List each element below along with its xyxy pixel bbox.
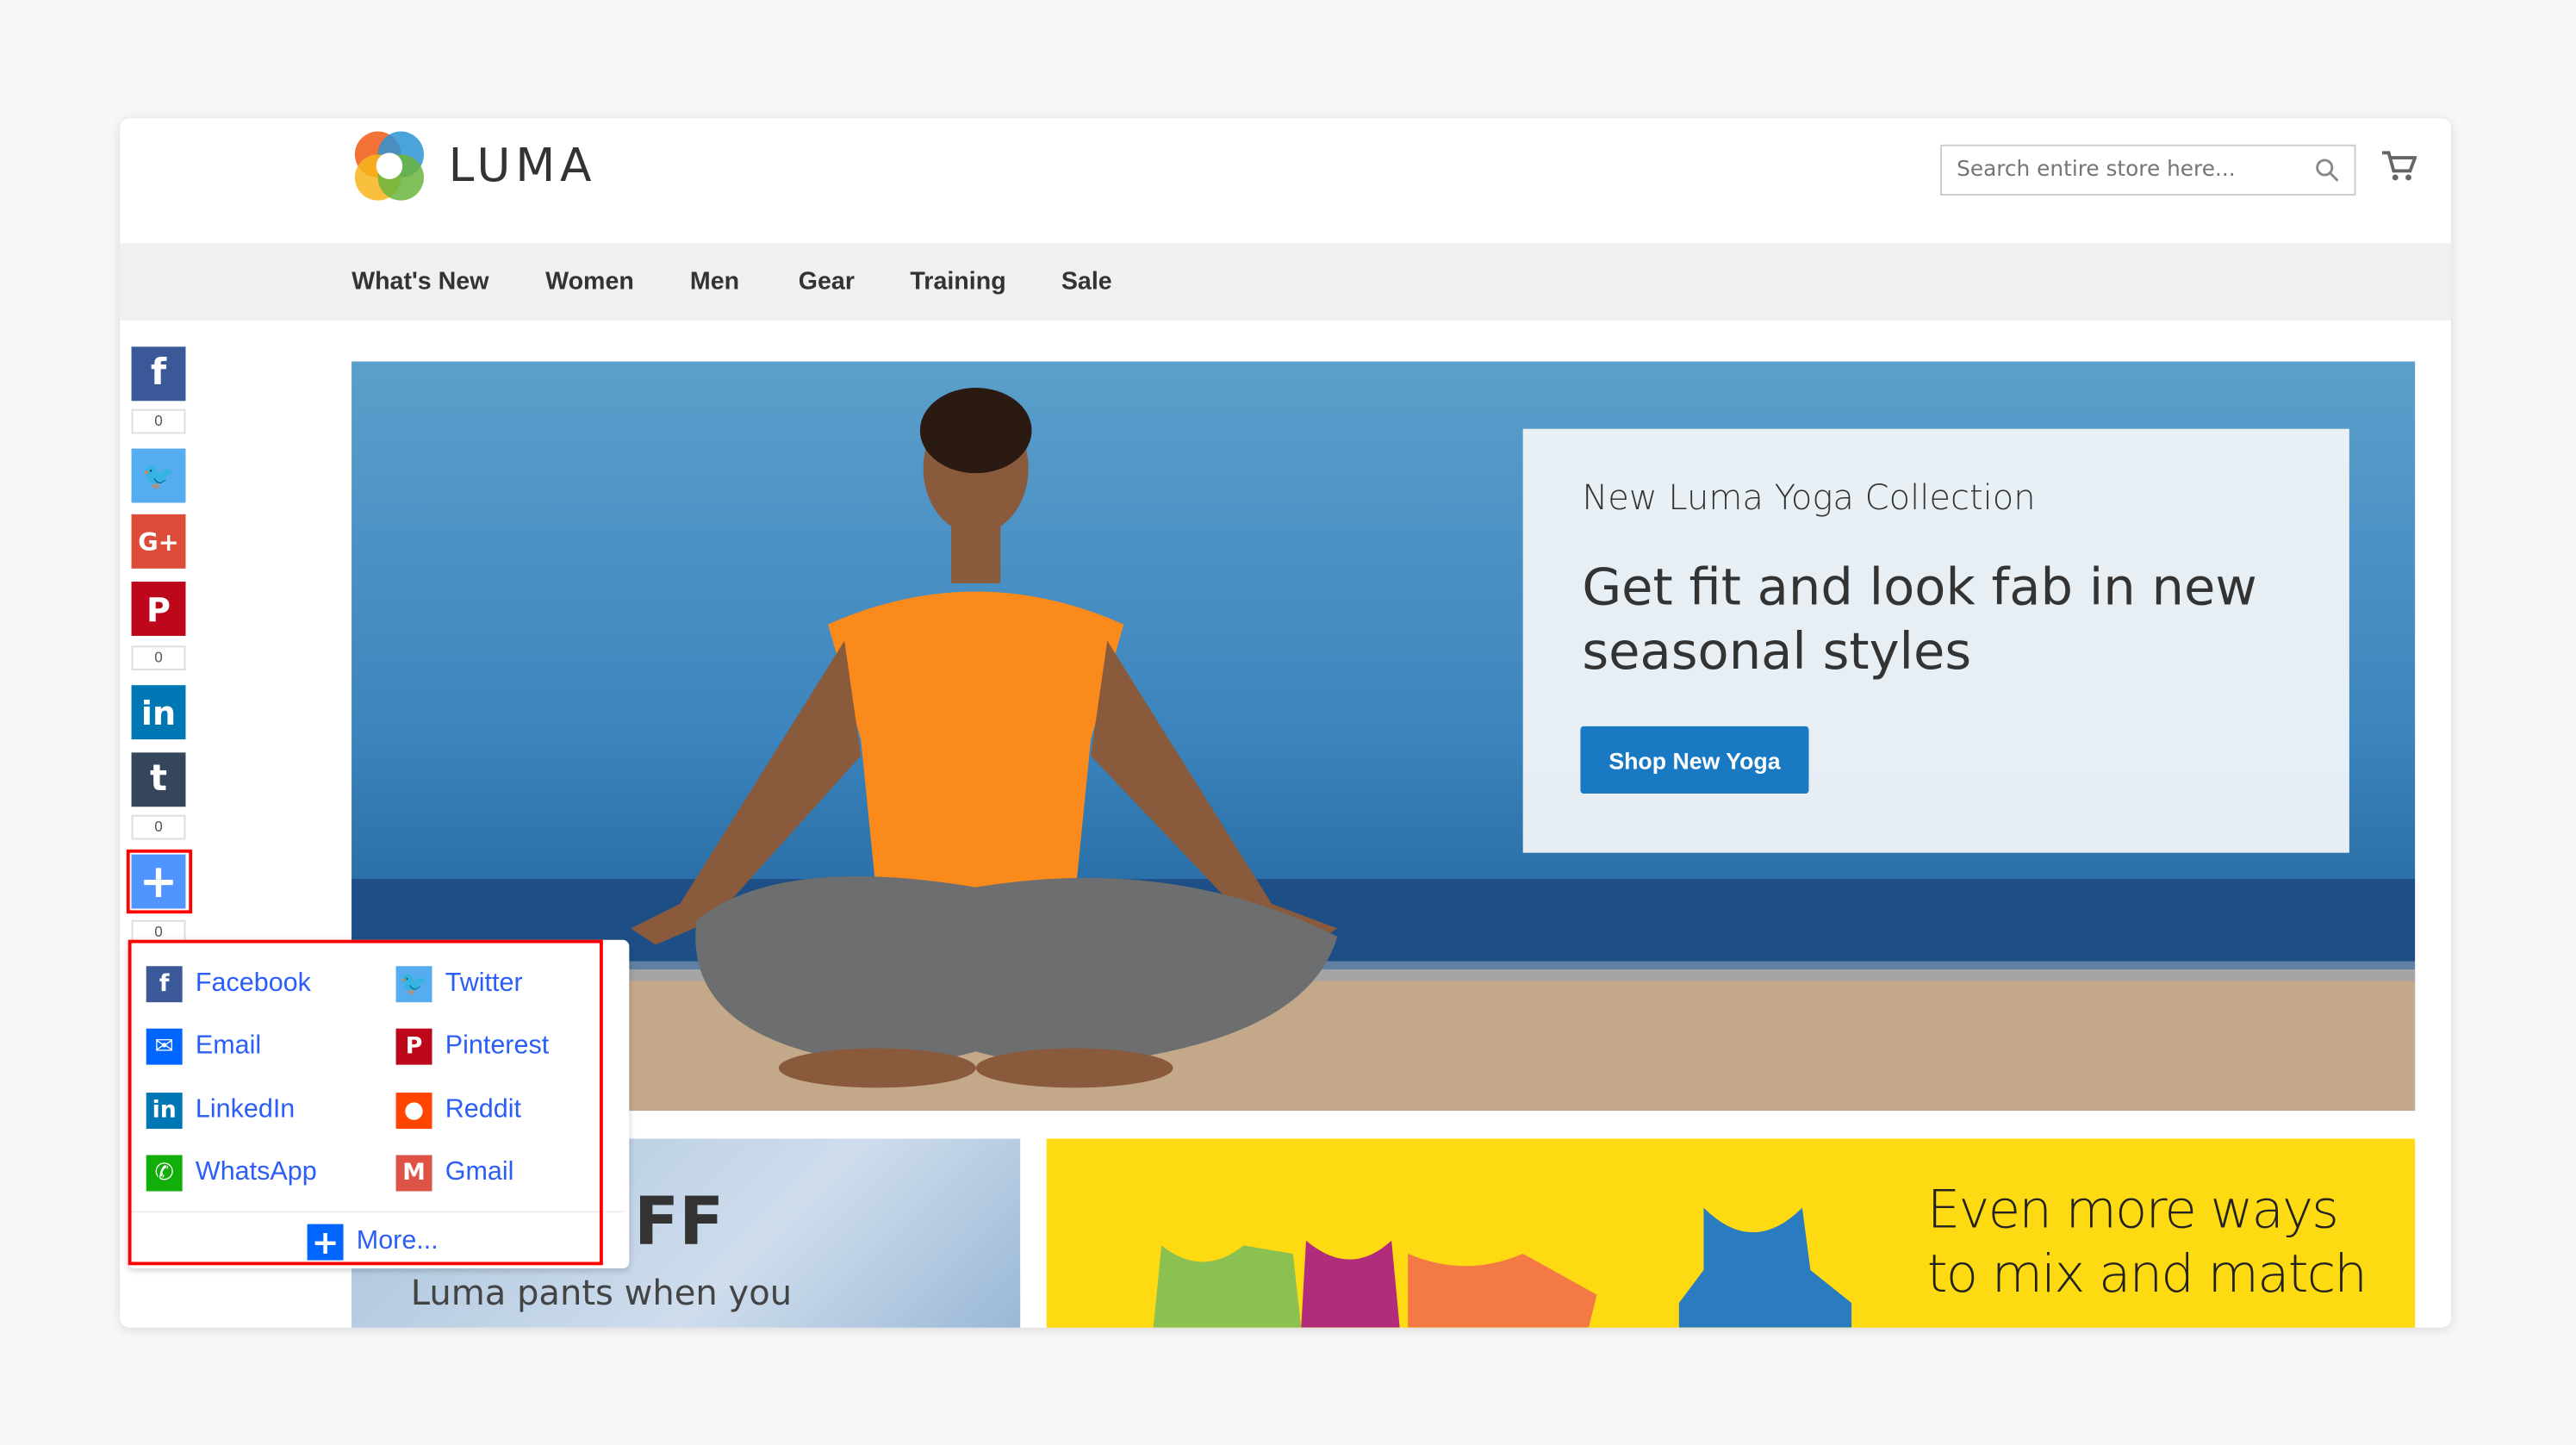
panel-heading: FF <box>634 1184 725 1261</box>
cart-icon[interactable] <box>2380 150 2417 183</box>
tumblr-share-icon[interactable]: t <box>131 752 186 807</box>
nav-sale[interactable]: Sale <box>1061 268 1112 296</box>
nav-women[interactable]: Women <box>545 268 634 296</box>
pinterest-share-icon[interactable]: P <box>131 582 186 636</box>
tank-tops-image <box>1153 1207 1852 1328</box>
panel-line-2: to mix and match <box>1926 1242 2368 1305</box>
nav-gear[interactable]: Gear <box>799 268 855 296</box>
linkedin-share-icon[interactable]: in <box>131 685 186 740</box>
promo-panel-mix-match[interactable]: Even more ways to mix and match <box>1046 1138 2416 1328</box>
panel-line-1: Even more ways <box>1926 1178 2339 1241</box>
facebook-share-icon[interactable]: f <box>131 346 186 402</box>
facebook-share-count: 0 <box>131 408 186 434</box>
google-plus-share-icon[interactable]: G+ <box>131 514 186 569</box>
luma-logo-icon[interactable] <box>353 130 426 202</box>
nav-men[interactable]: Men <box>690 268 739 296</box>
promo-subtitle: New Luma Yoga Collection <box>1582 477 2036 518</box>
nav-training[interactable]: Training <box>910 268 1005 296</box>
shop-new-yoga-button[interactable]: Shop New Yoga <box>1580 726 1809 794</box>
promo-headline-1: Get fit and look fab in new <box>1582 558 2257 618</box>
nav-whats-new[interactable]: What's New <box>352 268 488 296</box>
highlight-box <box>128 939 603 1266</box>
search-icon[interactable] <box>2315 158 2340 183</box>
search-input[interactable] <box>1940 144 2356 196</box>
promo-headline-2: seasonal styles <box>1582 622 1972 682</box>
tumblr-share-count: 0 <box>131 814 186 840</box>
panel-text: Luma pants when you <box>410 1273 793 1313</box>
brand-name[interactable]: LUMA <box>449 138 597 192</box>
highlight-box <box>126 849 193 914</box>
pinterest-share-count: 0 <box>131 645 186 671</box>
twitter-share-icon[interactable]: 🐦 <box>131 448 186 503</box>
